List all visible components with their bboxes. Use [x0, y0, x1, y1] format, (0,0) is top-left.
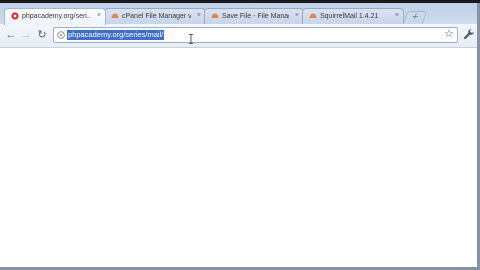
tab-close-icon[interactable]: ×	[197, 11, 201, 21]
text-cursor-icon	[189, 34, 193, 44]
page-content	[0, 48, 480, 270]
tab-phpacademy[interactable]: phpacademy.org/seri... ×	[4, 8, 106, 25]
address-bar[interactable]: phpacademy.org/series/mail/	[53, 27, 458, 43]
tab-title: SquirrelMail 1.4.21	[320, 13, 379, 20]
forward-button[interactable]: →	[19, 28, 33, 42]
tab-title: cPanel File Manager v3	[122, 13, 191, 20]
tab-title: Save File - File Manager	[222, 13, 289, 20]
tab-close-icon[interactable]: ×	[395, 11, 399, 21]
toolbar: ← → ↻ phpacademy.org/series/mail/	[0, 24, 480, 48]
page-info-icon[interactable]	[57, 31, 65, 39]
url-text[interactable]: phpacademy.org/series/mail/	[67, 30, 165, 40]
tab-title: phpacademy.org/seri...	[22, 13, 91, 20]
tab-cpanel-file-manager[interactable]: cPanel File Manager v3 ×	[104, 8, 206, 24]
phpacademy-favicon-icon	[11, 12, 19, 20]
tab-squirrelmail[interactable]: SquirrelMail 1.4.21 ×	[302, 8, 404, 24]
reload-button[interactable]: ↻	[35, 28, 49, 42]
new-tab-button[interactable]: +	[402, 11, 428, 24]
tab-save-file[interactable]: Save File - File Manager ×	[204, 8, 304, 24]
cpanel-favicon-icon	[111, 13, 119, 18]
back-button[interactable]: ←	[4, 28, 18, 42]
browser-window: phpacademy.org/seri... × cPanel File Man…	[0, 3, 480, 270]
tab-close-icon[interactable]: ×	[295, 11, 299, 21]
tab-close-icon[interactable]: ×	[97, 11, 101, 21]
cpanel-favicon-icon	[309, 13, 317, 18]
bookmark-star-icon[interactable]: ☆	[444, 27, 454, 40]
wrench-icon[interactable]	[462, 27, 476, 41]
tab-strip: phpacademy.org/seri... × cPanel File Man…	[0, 3, 480, 25]
cpanel-favicon-icon	[211, 13, 219, 18]
